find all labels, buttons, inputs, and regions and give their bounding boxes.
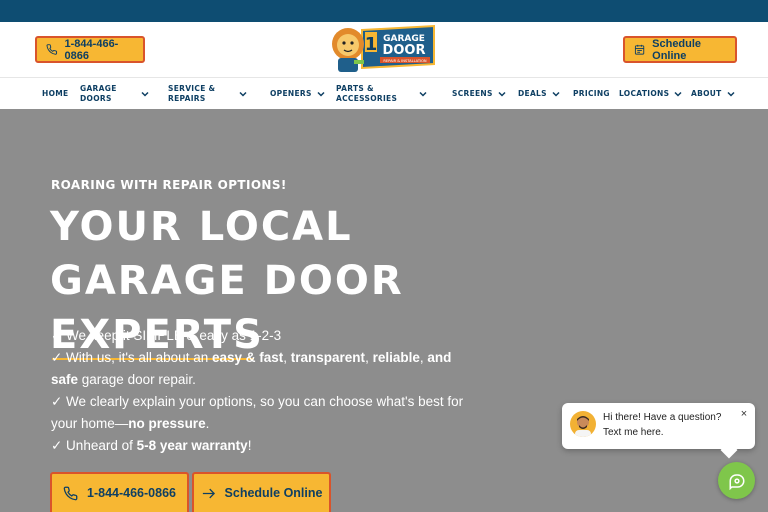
nav-label: Deals xyxy=(518,89,547,99)
header-schedule-label: Schedule Online xyxy=(652,37,702,62)
chat-message: Hi there! Have a question? Text me here. xyxy=(603,412,722,438)
header-phone-button[interactable]: 1-844-466-0866 xyxy=(35,36,145,63)
chevron-down-icon xyxy=(239,91,247,97)
nav-label: Pricing xyxy=(573,89,610,99)
hero-phone-label: 1-844-466-0866 xyxy=(87,486,176,500)
chat-icon xyxy=(729,473,745,490)
nav-item-locations[interactable]: Locations xyxy=(619,78,683,110)
lion-logo-icon: 1 GARAGE DOOR REPAIR & INSTALLATION xyxy=(332,24,435,72)
nav-item-about[interactable]: About xyxy=(691,78,736,110)
hero-schedule-label: Schedule Online xyxy=(224,486,323,500)
chat-launcher-button[interactable] xyxy=(718,462,755,499)
arrow-right-icon xyxy=(202,488,215,498)
phone-icon xyxy=(46,44,58,55)
nav-item-openers[interactable]: Openers xyxy=(270,78,326,110)
chevron-down-icon xyxy=(498,91,506,97)
nav-item-home[interactable]: Home xyxy=(42,78,68,110)
nav-label: Parts & Accessories xyxy=(336,84,398,103)
headline-text: Your Local Garage Door xyxy=(50,204,404,304)
bullet-item: ✓ Unheard of 5-8 year warranty! xyxy=(51,438,252,453)
header-schedule-button[interactable]: Schedule Online xyxy=(623,36,737,63)
phone-icon xyxy=(63,486,78,500)
nav-label: Screens xyxy=(452,89,493,99)
chevron-down-icon xyxy=(727,91,735,97)
site-header: 1-844-466-0866 1 GARAGE DOOR REPAIR & IN… xyxy=(0,22,768,77)
agent-avatar xyxy=(570,411,596,437)
site-logo[interactable]: 1 GARAGE DOOR REPAIR & INSTALLATION xyxy=(330,24,436,76)
chevron-down-icon xyxy=(674,91,682,97)
nav-item-garage-doors[interactable]: Garage Doors xyxy=(80,78,150,110)
person-icon xyxy=(575,416,591,437)
nav-label: Locations xyxy=(619,89,670,99)
nav-item-deals[interactable]: Deals xyxy=(518,78,561,110)
nav-item-pricing[interactable]: Pricing xyxy=(573,78,610,110)
nav-label: Openers xyxy=(270,89,312,99)
nav-item-parts-accessories[interactable]: Parts & Accessories xyxy=(336,78,432,110)
chevron-down-icon xyxy=(141,91,149,97)
bullet-item: ✓ We keep it SIMPLE & easy as 1-2-3 xyxy=(51,328,282,343)
svg-text:DOOR: DOOR xyxy=(383,43,426,58)
nav-label: Garage Doors xyxy=(80,84,117,103)
nav-label: About xyxy=(691,89,722,99)
chat-prompt-bubble[interactable]: Hi there! Have a question? Text me here.… xyxy=(562,403,755,449)
bullet-item: ✓ With us, it's all about an easy & fast… xyxy=(51,350,452,387)
hero-schedule-button[interactable]: Schedule Online xyxy=(192,472,331,512)
nav-label: Home xyxy=(42,89,69,99)
hero-eyebrow: Roaring with Repair Options! xyxy=(51,178,287,192)
nav-label: Service & Repairs xyxy=(168,84,216,103)
header-phone-label: 1-844-466-0866 xyxy=(64,37,119,62)
svg-text:1: 1 xyxy=(365,34,378,55)
bullet-item: ✓ We clearly explain your options, so yo… xyxy=(51,394,464,431)
main-nav: Home Garage Doors Service & Repairs Open… xyxy=(0,77,768,109)
nav-item-service-repairs[interactable]: Service & Repairs xyxy=(168,78,252,110)
svg-text:REPAIR & INSTALLATION: REPAIR & INSTALLATION xyxy=(383,59,427,63)
hero-phone-button[interactable]: 1-844-466-0866 xyxy=(50,472,189,512)
calendar-icon xyxy=(634,44,645,55)
chevron-down-icon xyxy=(419,91,427,97)
close-icon[interactable]: × xyxy=(738,408,750,420)
chevron-down-icon xyxy=(317,91,325,97)
nav-item-screens[interactable]: Screens xyxy=(452,78,507,110)
chevron-down-icon xyxy=(552,91,560,97)
hero-bullets: ✓ We keep it SIMPLE & easy as 1-2-3 ✓ Wi… xyxy=(51,325,481,457)
top-bar xyxy=(0,0,768,22)
